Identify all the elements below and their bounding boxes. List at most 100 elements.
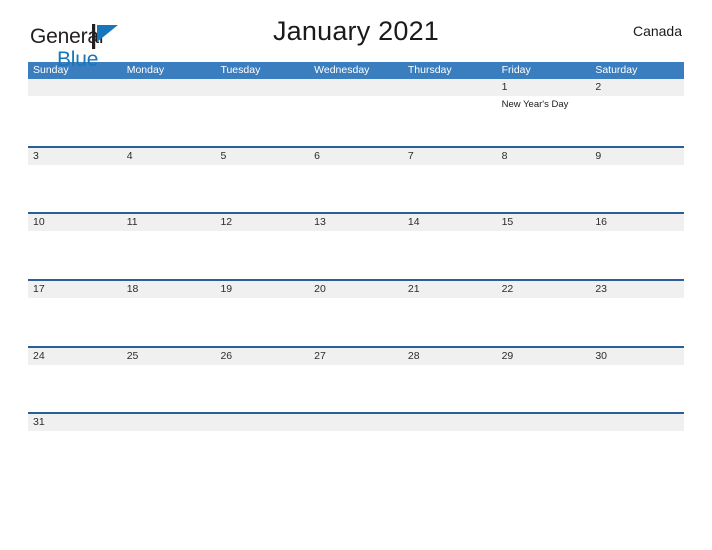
day-events-band: New Year's Day [28, 96, 684, 145]
day-cell[interactable] [215, 298, 309, 347]
day-cell[interactable] [497, 231, 591, 280]
day-cell[interactable] [122, 298, 216, 347]
day-cell[interactable] [403, 165, 497, 214]
day-number[interactable]: 27 [309, 348, 403, 365]
day-number[interactable]: 25 [122, 348, 216, 365]
day-number[interactable]: 1 [497, 79, 591, 96]
weekday-header-friday: Friday [501, 64, 531, 76]
day-cell[interactable] [497, 165, 591, 214]
day-number-empty [309, 414, 403, 431]
blue-triangle-flag-icon [92, 24, 120, 49]
day-number-empty [403, 79, 497, 96]
day-number-empty [590, 414, 684, 431]
day-number-empty [403, 414, 497, 431]
day-cell[interactable] [403, 365, 497, 414]
day-number[interactable]: 22 [497, 281, 591, 298]
day-number[interactable]: 17 [28, 281, 122, 298]
day-number[interactable]: 16 [590, 214, 684, 231]
day-cell[interactable] [590, 165, 684, 214]
day-number[interactable]: 2 [590, 79, 684, 96]
day-number[interactable]: 5 [215, 148, 309, 165]
logo-wordmark: General [30, 24, 118, 49]
weekday-header-wednesday: Wednesday [314, 64, 370, 76]
day-number[interactable]: 28 [403, 348, 497, 365]
day-number[interactable]: 20 [309, 281, 403, 298]
day-number-empty [215, 79, 309, 96]
day-cell[interactable] [309, 96, 403, 145]
logo-word-blue-row: Blue [30, 49, 103, 70]
day-events-band [28, 164, 684, 214]
day-number[interactable]: 12 [215, 214, 309, 231]
day-number[interactable]: 9 [590, 148, 684, 165]
day-cell[interactable] [403, 96, 497, 145]
day-number[interactable]: 13 [309, 214, 403, 231]
day-cell[interactable] [122, 365, 216, 414]
calendar-week-row: 3456789 [28, 145, 684, 214]
general-blue-logo[interactable]: General Blue [30, 24, 118, 70]
day-number[interactable]: 14 [403, 214, 497, 231]
day-cell[interactable]: New Year's Day [497, 96, 591, 145]
day-cell[interactable] [28, 231, 122, 280]
day-cell[interactable] [122, 96, 216, 145]
day-cell[interactable] [590, 365, 684, 414]
day-number[interactable]: 23 [590, 281, 684, 298]
day-number-empty [309, 79, 403, 96]
calendar-week-row: 1 2 New Year's Day [28, 79, 684, 146]
day-number[interactable]: 3 [28, 148, 122, 165]
day-cell[interactable] [309, 231, 403, 280]
day-cell[interactable] [309, 298, 403, 347]
day-number-empty [122, 414, 216, 431]
day-number[interactable]: 7 [403, 148, 497, 165]
day-cell[interactable] [28, 298, 122, 347]
day-cell[interactable] [215, 365, 309, 414]
day-number[interactable]: 31 [28, 414, 122, 431]
day-number[interactable]: 18 [122, 281, 216, 298]
day-number-band: 3456789 [28, 147, 684, 165]
page-header: General Blue January 2021 Canada [0, 0, 712, 70]
day-cell[interactable] [403, 231, 497, 280]
day-events-band [28, 231, 684, 281]
day-cell[interactable] [122, 165, 216, 214]
day-cell[interactable] [497, 365, 591, 414]
day-number[interactable]: 6 [309, 148, 403, 165]
day-cell[interactable] [215, 231, 309, 280]
day-cell[interactable] [403, 298, 497, 347]
day-number[interactable]: 24 [28, 348, 122, 365]
day-cell[interactable] [590, 231, 684, 280]
calendar-week-row: 17 18 19 20 21 22 23 [28, 279, 684, 348]
day-number[interactable]: 10 [28, 214, 122, 231]
day-number[interactable]: 8 [497, 148, 591, 165]
day-number-band: 17 18 19 20 21 22 23 [28, 281, 684, 299]
day-number[interactable]: 26 [215, 348, 309, 365]
day-events-band [28, 298, 684, 348]
day-number-band: 10 11 12 13 14 15 16 [28, 214, 684, 232]
day-cell[interactable] [122, 231, 216, 280]
day-cell[interactable] [28, 365, 122, 414]
day-cell[interactable] [215, 96, 309, 145]
day-cell[interactable] [309, 165, 403, 214]
day-cell[interactable] [215, 165, 309, 214]
day-number[interactable]: 19 [215, 281, 309, 298]
day-number[interactable]: 21 [403, 281, 497, 298]
weekday-header-thursday: Thursday [407, 64, 452, 76]
day-number[interactable]: 30 [590, 348, 684, 365]
day-number-empty [215, 414, 309, 431]
weekday-header-tuesday: Tuesday [220, 64, 261, 76]
day-number[interactable]: 15 [497, 214, 591, 231]
day-number[interactable]: 4 [122, 148, 216, 165]
day-number-empty [497, 414, 591, 431]
weekday-header-row: Sunday Monday Tuesday Wednesday Thursday Frid… [28, 62, 684, 79]
day-number[interactable]: 11 [122, 214, 216, 231]
day-number-empty [28, 79, 122, 96]
day-events-band [28, 364, 684, 414]
calendar-week-row: 10 11 12 13 14 15 16 [28, 212, 684, 281]
day-cell[interactable] [309, 365, 403, 414]
day-number[interactable]: 29 [497, 348, 591, 365]
holiday-label: New Year's Day [501, 99, 569, 110]
day-cell[interactable] [28, 165, 122, 214]
calendar-body: 1 2 New Year's Day 3 4 5 6 7 8 9 10 11 12 13 14 15 16 17 1… [28, 79, 684, 432]
day-cell[interactable] [590, 298, 684, 347]
day-cell[interactable] [28, 96, 122, 145]
day-cell[interactable] [590, 96, 684, 145]
day-cell[interactable] [497, 298, 591, 347]
